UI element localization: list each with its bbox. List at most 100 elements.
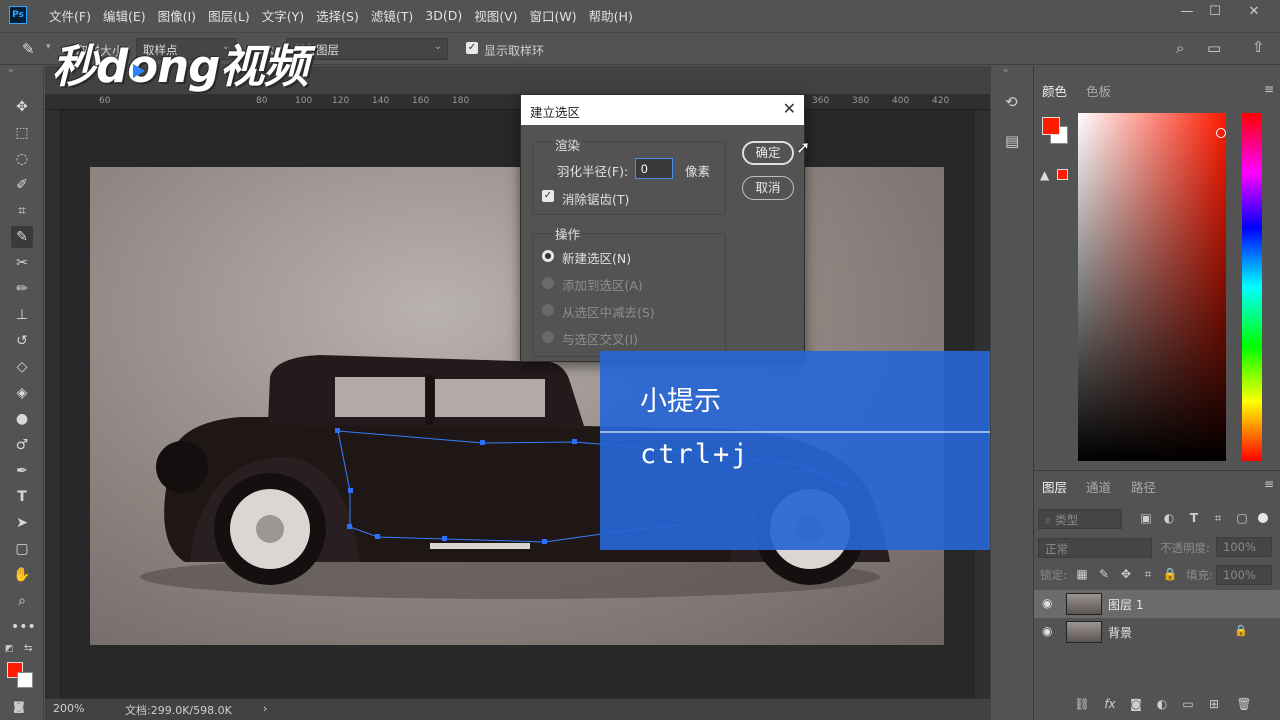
- subtract-selection-radio[interactable]: [542, 304, 554, 316]
- preset-caret-icon[interactable]: ▾: [46, 42, 51, 52]
- eyedropper-tool-icon[interactable]: ✎: [11, 226, 33, 248]
- dialog-titlebar[interactable]: 建立选区 ✕: [521, 95, 804, 125]
- tab-paths[interactable]: 路径: [1131, 477, 1156, 496]
- tab-layers[interactable]: 图层: [1042, 477, 1067, 496]
- filter-shape-icon[interactable]: ⌗: [1210, 511, 1226, 526]
- properties-panel-icon[interactable]: ▤: [1005, 132, 1019, 150]
- search-icon[interactable]: ⌕: [1176, 39, 1184, 57]
- quick-select-tool-icon[interactable]: ✐: [11, 174, 33, 196]
- intersect-selection-radio[interactable]: [542, 331, 554, 343]
- crop-tool-icon[interactable]: ⌗: [11, 200, 33, 222]
- blur-tool-icon[interactable]: ●: [11, 408, 33, 430]
- menu-layer[interactable]: 图层(L): [208, 6, 250, 25]
- dodge-tool-icon[interactable]: ♂: [11, 434, 33, 456]
- share-icon[interactable]: ⇧: [1252, 38, 1265, 56]
- menu-image[interactable]: 图像(I): [158, 6, 196, 25]
- lasso-tool-icon[interactable]: ◌: [11, 148, 33, 170]
- adjustment-layer-icon[interactable]: ◐: [1154, 697, 1170, 711]
- new-layer-icon[interactable]: ⊞: [1206, 697, 1222, 711]
- paint-bucket-icon[interactable]: ◈: [11, 382, 33, 404]
- lock-position-icon[interactable]: ✥: [1118, 567, 1134, 581]
- layer-row[interactable]: ◉ 背景 🔒: [1034, 618, 1280, 646]
- color-picker-field[interactable]: [1078, 113, 1226, 461]
- layer-filter-select[interactable]: ⌕ 类型: [1038, 509, 1122, 529]
- more-tools-icon[interactable]: •••: [11, 616, 36, 638]
- shape-tool-icon[interactable]: ▢: [11, 538, 33, 560]
- new-group-icon[interactable]: ▭: [1180, 697, 1196, 711]
- filter-type-icon[interactable]: T: [1186, 511, 1202, 525]
- filter-toggle[interactable]: [1258, 513, 1268, 523]
- filter-smart-icon[interactable]: ▢: [1234, 511, 1250, 525]
- lock-all-icon[interactable]: 🔒: [1162, 567, 1178, 581]
- tab-swatches[interactable]: 色板: [1086, 81, 1111, 100]
- fx-icon[interactable]: fx: [1102, 697, 1118, 711]
- status-arrow-icon[interactable]: ›: [263, 702, 267, 715]
- maximize-icon[interactable]: ☐: [1201, 2, 1229, 22]
- menu-filter[interactable]: 滤镜(T): [371, 6, 413, 25]
- add-mask-icon[interactable]: ◙: [1128, 697, 1144, 711]
- feather-radius-input[interactable]: [635, 158, 673, 179]
- brush-tool-icon[interactable]: ✏: [11, 278, 33, 300]
- marquee-tool-icon[interactable]: ⬚: [11, 122, 33, 144]
- pen-tool-icon[interactable]: ✒: [11, 460, 33, 482]
- menu-view[interactable]: 视图(V): [474, 6, 517, 25]
- path-select-icon[interactable]: ➤: [11, 512, 33, 534]
- collapse-toolbar-icon[interactable]: »: [8, 66, 14, 76]
- tab-channels[interactable]: 通道: [1086, 477, 1111, 496]
- menu-edit[interactable]: 编辑(E): [103, 6, 146, 25]
- opacity-input[interactable]: 100%: [1216, 537, 1272, 557]
- zoom-tool-icon[interactable]: ⌕: [11, 590, 33, 612]
- tab-color[interactable]: 颜色: [1042, 81, 1067, 100]
- menu-select[interactable]: 选择(S): [316, 6, 359, 25]
- close-icon[interactable]: ✕: [783, 99, 796, 118]
- default-colors-icon[interactable]: ◩: [5, 644, 14, 654]
- visibility-eye-icon[interactable]: ◉: [1042, 624, 1052, 638]
- layer-row[interactable]: ◉ 图层 1: [1034, 590, 1280, 618]
- collapse-strip-icon[interactable]: «: [1003, 66, 1009, 76]
- workspace-icon[interactable]: ▭: [1207, 39, 1221, 57]
- history-brush-icon[interactable]: ↺: [11, 330, 33, 352]
- healing-tool-icon[interactable]: ✂: [11, 252, 33, 274]
- screen-mode-icon[interactable]: ◙: [14, 700, 25, 713]
- gamut-swatch[interactable]: [1057, 169, 1068, 180]
- link-layers-icon[interactable]: ⛓: [1074, 697, 1090, 711]
- filter-adjust-icon[interactable]: ◐: [1161, 511, 1177, 525]
- menu-help[interactable]: 帮助(H): [589, 6, 633, 25]
- history-panel-icon[interactable]: ⟲: [1005, 93, 1018, 111]
- visibility-eye-icon[interactable]: ◉: [1042, 596, 1052, 610]
- menu-3d[interactable]: 3D(D): [425, 8, 462, 23]
- menu-file[interactable]: 文件(F): [49, 6, 91, 25]
- delete-layer-icon[interactable]: 🗑: [1236, 697, 1252, 711]
- blend-mode-value: 正常: [1045, 542, 1068, 556]
- lock-transparent-icon[interactable]: ▦: [1074, 567, 1090, 581]
- sample-select[interactable]: 所有图层 ⌄: [286, 38, 448, 60]
- stamp-tool-icon[interactable]: ⊥: [11, 304, 33, 326]
- zoom-level[interactable]: 200%: [53, 702, 84, 715]
- eyedropper-preset-icon[interactable]: ✎: [22, 40, 35, 58]
- menu-type[interactable]: 文字(Y): [262, 6, 304, 25]
- background-color-swatch[interactable]: [17, 672, 33, 688]
- filter-pixel-icon[interactable]: ▣: [1138, 511, 1154, 525]
- antialias-checkbox[interactable]: ✓: [542, 190, 554, 202]
- swap-colors-icon[interactable]: ⇆: [24, 643, 32, 654]
- lock-pixels-icon[interactable]: ✎: [1096, 567, 1112, 581]
- fill-input[interactable]: 100%: [1216, 565, 1272, 585]
- cancel-button[interactable]: 取消: [742, 176, 794, 200]
- minimize-icon[interactable]: —: [1173, 2, 1201, 22]
- hue-slider[interactable]: [1242, 113, 1262, 461]
- new-selection-radio[interactable]: [542, 250, 554, 262]
- move-tool-icon[interactable]: ✥: [11, 96, 33, 118]
- blend-mode-select[interactable]: 正常: [1038, 538, 1152, 558]
- lock-artboard-icon[interactable]: ⌗: [1140, 567, 1156, 582]
- panel-menu-icon[interactable]: ≡: [1264, 82, 1274, 96]
- type-tool-icon[interactable]: T: [11, 486, 33, 508]
- menu-window[interactable]: 窗口(W): [530, 6, 577, 25]
- close-icon[interactable]: ✕: [1240, 2, 1268, 22]
- hand-tool-icon[interactable]: ✋: [11, 564, 33, 586]
- color-fg-swatch[interactable]: [1042, 117, 1060, 135]
- eraser-tool-icon[interactable]: ◇: [11, 356, 33, 378]
- panel-menu-icon[interactable]: ≡: [1264, 477, 1274, 491]
- show-ring-checkbox[interactable]: ✓: [466, 42, 478, 54]
- ok-button[interactable]: 确定: [742, 141, 794, 165]
- add-selection-radio[interactable]: [542, 277, 554, 289]
